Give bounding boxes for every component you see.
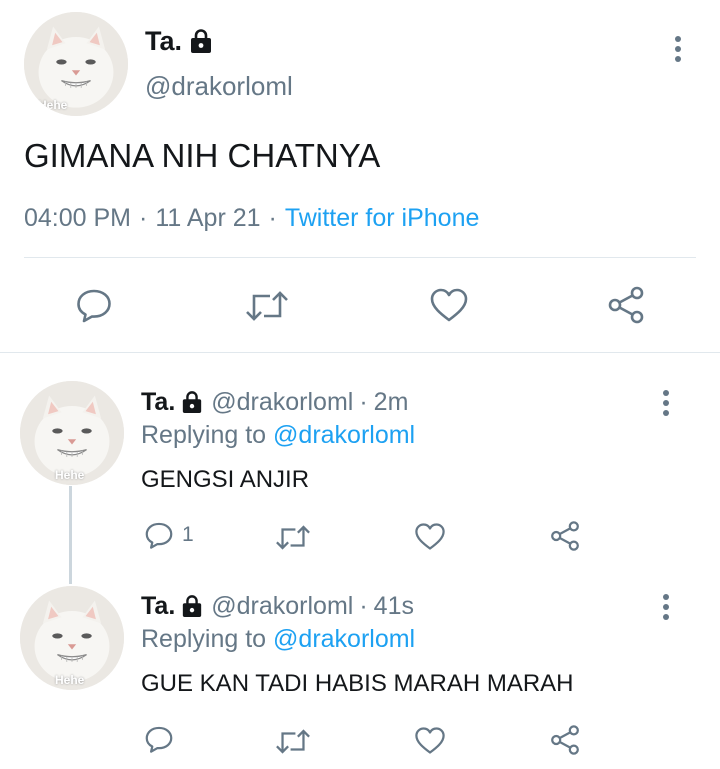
tweet-age: 2m (373, 387, 409, 416)
section-divider (0, 352, 720, 353)
more-icon[interactable] (656, 594, 676, 620)
tweet-source-link[interactable]: Twitter for iPhone (285, 204, 480, 233)
share-icon (551, 725, 579, 755)
retweet-button[interactable] (275, 523, 311, 552)
replying-to-line: Replying to @drakorloml (141, 625, 415, 654)
avatar[interactable]: Hehe (20, 381, 124, 485)
like-button[interactable] (414, 522, 446, 551)
more-icon[interactable] (656, 390, 676, 416)
display-name[interactable]: Ta. (141, 388, 175, 417)
tweet-meta: 04:00 PM · 11 Apr 21 · Twitter for iPhon… (24, 204, 479, 233)
handle[interactable]: @drakorloml (211, 592, 353, 621)
like-icon (415, 523, 445, 550)
handle[interactable]: @drakorloml (211, 388, 353, 417)
share-icon (551, 521, 579, 551)
thread-connector (69, 486, 72, 584)
meta-separator: · (139, 204, 148, 232)
share-button[interactable] (549, 520, 581, 552)
handle[interactable]: @drakorloml (145, 71, 293, 102)
reply-button[interactable]: 1 (144, 520, 194, 550)
like-button[interactable] (414, 726, 446, 755)
avatar[interactable]: Hehe (24, 12, 128, 116)
replying-to-label: Replying to (141, 421, 267, 449)
retweet-icon (246, 291, 288, 321)
meta-separator: · (359, 387, 368, 416)
replying-to-label: Replying to (141, 625, 267, 653)
reply-icon (145, 522, 173, 549)
retweet-button[interactable] (245, 288, 289, 324)
reply-icon (145, 726, 173, 753)
like-button[interactable] (429, 287, 469, 323)
lock-icon (183, 391, 202, 413)
display-name[interactable]: Ta. (141, 592, 175, 621)
like-icon (430, 288, 468, 322)
lock-icon (183, 595, 202, 617)
avatar-caption: Hehe (55, 673, 85, 687)
reply-button[interactable] (75, 286, 113, 324)
meta-separator: · (268, 204, 277, 232)
avatar-caption: Hehe (55, 468, 85, 482)
tweet-text: GIMANA NIH CHATNYA (24, 137, 381, 174)
tweet-date: 11 Apr 21 (155, 204, 261, 232)
replying-to-link[interactable]: @drakorloml (273, 421, 415, 449)
reply-button[interactable] (144, 724, 174, 754)
retweet-icon (276, 729, 310, 754)
author-line: Ta. @drakorloml · 2m (141, 387, 408, 417)
tweet-age: 41s (373, 591, 414, 620)
display-name[interactable]: Ta. (145, 26, 182, 57)
share-button[interactable] (606, 285, 646, 325)
share-button[interactable] (549, 724, 581, 756)
avatar-caption: Hehe (38, 98, 68, 112)
retweet-button[interactable] (275, 727, 311, 756)
more-icon[interactable] (668, 36, 688, 62)
tweet-time: 04:00 PM (24, 204, 132, 232)
replying-to-link[interactable]: @drakorloml (273, 625, 415, 653)
tweet-text: GUE KAN TADI HABIS MARAH MARAH (141, 670, 574, 697)
tweet-text: GENGSI ANJIR (141, 466, 310, 493)
like-icon (415, 727, 445, 754)
reply-count: 1 (182, 523, 194, 546)
author-line: Ta. (145, 26, 213, 56)
author-line: Ta. @drakorloml · 41s (141, 591, 414, 621)
reply-icon (77, 289, 111, 323)
share-icon (608, 286, 644, 324)
divider (24, 257, 696, 258)
retweet-icon (276, 525, 310, 550)
lock-icon (191, 29, 212, 53)
meta-separator: · (359, 591, 368, 620)
replying-to-line: Replying to @drakorloml (141, 421, 415, 450)
avatar[interactable]: Hehe (20, 586, 124, 690)
